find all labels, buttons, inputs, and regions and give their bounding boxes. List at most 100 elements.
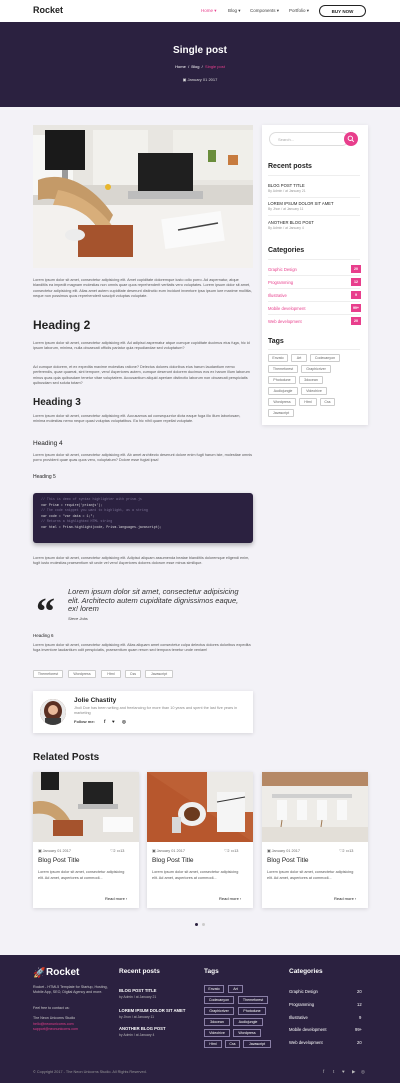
sidebar-recent-post[interactable]: LOREM IPSUM DOLOR SIT AMET bbox=[268, 201, 334, 206]
sidebar-tag[interactable]: Graphicriver bbox=[301, 365, 331, 373]
related-post-card[interactable] bbox=[33, 772, 139, 908]
youtube-icon[interactable]: ▶ bbox=[352, 1069, 355, 1075]
heart-icon[interactable]: ♥ bbox=[112, 719, 115, 724]
post-tag[interactable]: Themeforest bbox=[33, 670, 63, 678]
footer-tag[interactable]: Envato bbox=[204, 985, 224, 993]
category-link[interactable]: Web development bbox=[268, 319, 302, 324]
heading-2: Heading 2 bbox=[33, 318, 91, 332]
category-link[interactable]: Graphic Design bbox=[268, 267, 297, 272]
facebook-icon[interactable]: f bbox=[323, 1069, 324, 1074]
footer-tag[interactable]: Videohive bbox=[204, 1029, 230, 1037]
card-likes[interactable]: ♡2 ▭13 bbox=[339, 848, 353, 853]
read-more-link[interactable]: Read more › bbox=[219, 896, 241, 901]
facebook-icon[interactable]: f bbox=[104, 719, 106, 724]
sidebar-recent-post[interactable]: BLOG POST TITLE bbox=[268, 183, 305, 188]
post-date: ▣ January 01 2017 bbox=[182, 77, 218, 82]
rocket-icon: 🚀 bbox=[33, 968, 46, 979]
category-count: 12 bbox=[351, 278, 361, 286]
crumb-blog[interactable]: Blog bbox=[191, 64, 199, 69]
nav-blog[interactable]: Blog ▾ bbox=[228, 8, 241, 14]
footer-email[interactable]: support@neonunicorns.com bbox=[33, 1027, 78, 1032]
footer-tag[interactable]: Javascript bbox=[243, 1040, 271, 1048]
related-post-card[interactable] bbox=[147, 772, 253, 908]
instagram-icon[interactable]: ◎ bbox=[122, 719, 126, 725]
heart-icon[interactable]: ♥ bbox=[342, 1069, 345, 1074]
heading-6: Heading 6 bbox=[33, 633, 54, 638]
sidebar-tag[interactable]: Css bbox=[320, 398, 335, 406]
carousel-dot[interactable] bbox=[202, 923, 205, 926]
search-input[interactable]: Search... bbox=[269, 132, 349, 146]
nav-portfolio[interactable]: Portfolio ▾ bbox=[289, 8, 309, 14]
search-button[interactable] bbox=[344, 132, 358, 146]
sidebar-tag[interactable]: Videohive bbox=[301, 387, 327, 395]
card-title[interactable]: Blog Post Title bbox=[38, 857, 80, 864]
footer-tag[interactable]: Themeforest bbox=[238, 996, 268, 1004]
copyright: © Copyright 2017 - The Neon Unicorns Stu… bbox=[33, 1070, 147, 1074]
author-name[interactable]: Jolie Chastity bbox=[74, 697, 116, 704]
sidebar-tag[interactable]: Photodune bbox=[268, 376, 296, 384]
footer-category-count: 9 bbox=[359, 1015, 362, 1020]
card-title[interactable]: Blog Post Title bbox=[152, 857, 194, 864]
card-likes[interactable]: ♡2 ▭13 bbox=[110, 848, 124, 853]
footer-tag[interactable]: 3docean bbox=[204, 1018, 230, 1026]
footer-tag[interactable]: Photodune bbox=[238, 1007, 266, 1015]
sidebar-tag[interactable]: Envato bbox=[268, 354, 288, 362]
read-more-link[interactable]: Read more › bbox=[334, 896, 356, 901]
article-paragraph: Lorem ipsum dolor sit amet, consectetur … bbox=[33, 453, 253, 463]
card-image bbox=[147, 772, 253, 842]
footer-category[interactable]: Illustrative bbox=[289, 1015, 308, 1020]
footer-tag[interactable]: Css bbox=[225, 1040, 240, 1048]
footer-tag[interactable]: Codecanyon bbox=[204, 996, 234, 1004]
sidebar-tag[interactable]: Themeforest bbox=[268, 365, 298, 373]
footer-tag[interactable]: Audiojungle bbox=[233, 1018, 263, 1026]
category-link[interactable]: Illustrative bbox=[268, 293, 287, 298]
footer-tag[interactable]: Html bbox=[204, 1040, 222, 1048]
post-tag[interactable]: Wordpress bbox=[68, 670, 96, 678]
sidebar-tag[interactable]: 3docean bbox=[299, 376, 323, 384]
sidebar-tag[interactable]: Html bbox=[299, 398, 317, 406]
carousel-dot-active[interactable] bbox=[195, 923, 198, 926]
footer-category[interactable]: Mobile development bbox=[289, 1027, 326, 1032]
sidebar-tag[interactable]: Art bbox=[291, 354, 307, 362]
card-date: ▣ January 01 2017 bbox=[38, 849, 71, 853]
nav-home[interactable]: Home ▾ bbox=[201, 8, 217, 14]
sidebar-tag[interactable]: Codecanyon bbox=[310, 354, 340, 362]
nav-components[interactable]: Components ▾ bbox=[250, 8, 279, 14]
category-link[interactable]: Mobile development bbox=[268, 306, 305, 311]
sidebar-tag[interactable]: Audiojungle bbox=[268, 387, 298, 395]
sidebar-tag[interactable]: Wordpress bbox=[268, 398, 296, 406]
related-post-card[interactable] bbox=[262, 772, 368, 908]
post-tag[interactable]: Javascript bbox=[145, 670, 173, 678]
card-likes[interactable]: ♡2 ▭13 bbox=[224, 848, 238, 853]
calendar-icon: ▣ bbox=[182, 77, 187, 82]
article-paragraph: Ad cumque dolorem, et ex expedita maxime… bbox=[33, 365, 250, 386]
footer-category[interactable]: Graphic Design bbox=[289, 989, 318, 994]
category-link[interactable]: Programming bbox=[268, 280, 293, 285]
footer-category[interactable]: Web development bbox=[289, 1040, 323, 1045]
article-paragraph: Lorem ipsum dolor sit amet, consectetur … bbox=[33, 414, 241, 424]
post-tag[interactable]: Css bbox=[125, 670, 141, 678]
sidebar-tag[interactable]: Javascript bbox=[268, 409, 294, 417]
footer-recent-post[interactable]: LOREM IPSUM DOLOR SIT AMET bbox=[119, 1008, 185, 1013]
read-more-link[interactable]: Read more › bbox=[105, 896, 127, 901]
footer-recent-post[interactable]: ANOTHER BLOG POST bbox=[119, 1026, 166, 1031]
calendar-icon: ▣ bbox=[267, 849, 271, 853]
footer-recent-post[interactable]: BLOG POST TITLE bbox=[119, 988, 156, 993]
site-logo[interactable]: Rocket bbox=[33, 5, 63, 15]
footer-contact: Feel free to contact us: bbox=[33, 1006, 70, 1010]
quote-icon: “ bbox=[36, 591, 55, 633]
buy-now-button[interactable]: BUY NOW bbox=[319, 5, 366, 17]
card-excerpt: Lorem ipsum dolor sit amet, consectetur … bbox=[267, 870, 354, 880]
footer-tag[interactable]: Art bbox=[228, 985, 243, 993]
card-title[interactable]: Blog Post Title bbox=[267, 857, 309, 864]
crumb-home[interactable]: Home bbox=[175, 64, 186, 69]
footer-tag[interactable]: Graphicriver bbox=[204, 1007, 234, 1015]
twitter-icon[interactable]: t bbox=[333, 1069, 334, 1074]
footer-logo[interactable]: Rocket bbox=[46, 967, 79, 978]
post-tag[interactable]: Html bbox=[101, 670, 121, 678]
footer-tag[interactable]: Wordpress bbox=[233, 1029, 261, 1037]
sidebar-recent-post[interactable]: ANOTHER BLOG POST bbox=[268, 220, 314, 225]
footer-category[interactable]: Programming bbox=[289, 1002, 314, 1007]
instagram-icon[interactable]: ◎ bbox=[361, 1069, 365, 1075]
footer-category-count: 99+ bbox=[355, 1027, 363, 1032]
